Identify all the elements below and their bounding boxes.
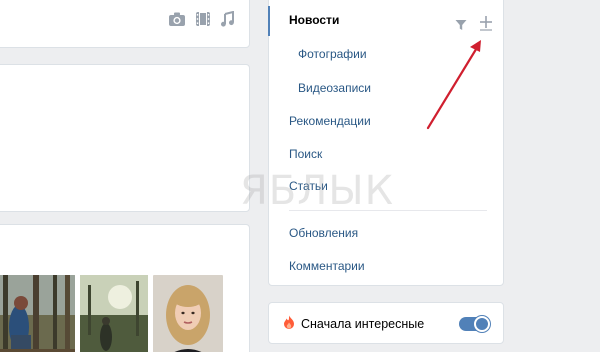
menu-divider bbox=[289, 210, 487, 211]
photo-strip bbox=[0, 275, 223, 352]
plus-icon[interactable] bbox=[479, 15, 493, 35]
filter-icon[interactable] bbox=[455, 16, 467, 35]
feed-post bbox=[0, 224, 250, 352]
menu-item-updates[interactable]: Обновления bbox=[289, 226, 358, 240]
active-indicator bbox=[268, 6, 270, 36]
menu-item-photos[interactable]: Фотографии bbox=[298, 47, 367, 61]
interesting-first-card: Сначала интересные bbox=[268, 302, 504, 344]
menu-item-news[interactable]: Новости bbox=[289, 13, 339, 27]
interesting-first-toggle[interactable] bbox=[459, 316, 490, 332]
attach-icons bbox=[168, 11, 235, 27]
interesting-first-label: Сначала интересные bbox=[301, 316, 425, 331]
menu-tools bbox=[455, 15, 493, 35]
post-composer bbox=[0, 0, 250, 48]
camera-icon[interactable] bbox=[168, 11, 186, 27]
menu-item-articles[interactable]: Статьи bbox=[289, 179, 328, 193]
video-icon[interactable] bbox=[195, 11, 211, 27]
post-area bbox=[0, 64, 250, 212]
toggle-knob bbox=[474, 316, 490, 332]
interesting-first-row: Сначала интересные bbox=[283, 315, 424, 332]
photo-sunset-woods[interactable] bbox=[80, 275, 148, 352]
menu-item-recommendations[interactable]: Рекомендации bbox=[289, 114, 371, 128]
photo-portrait[interactable] bbox=[153, 275, 223, 352]
fire-icon bbox=[283, 315, 295, 332]
music-icon[interactable] bbox=[220, 11, 235, 27]
annotation-arrow bbox=[426, 40, 481, 130]
menu-item-comments[interactable]: Комментарии bbox=[289, 259, 365, 273]
menu-item-search[interactable]: Поиск bbox=[289, 147, 322, 161]
menu-item-videos[interactable]: Видеозаписи bbox=[298, 81, 371, 95]
photo-forest-couple[interactable] bbox=[0, 275, 75, 352]
